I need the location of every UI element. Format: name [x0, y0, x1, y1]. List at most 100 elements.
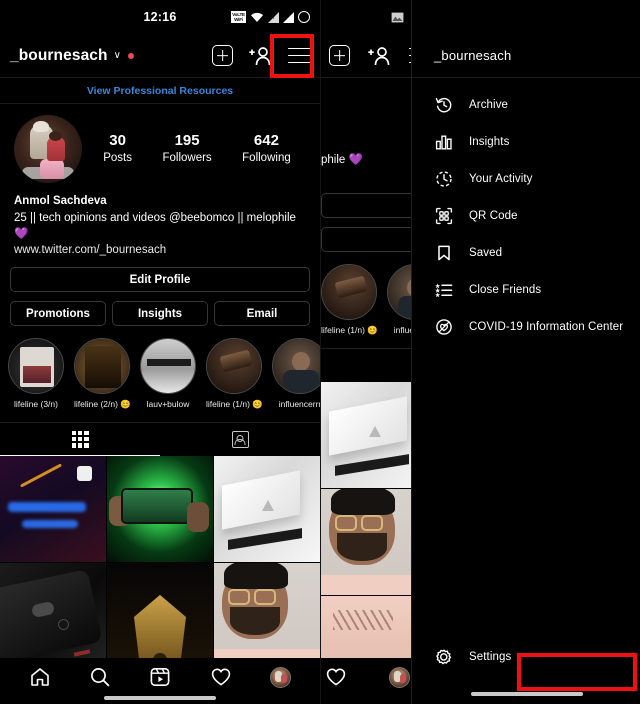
activity-heart-icon[interactable] — [210, 666, 232, 688]
app-bar: _bournesach ∨ — [0, 34, 320, 78]
stat-following[interactable]: 642 Following — [242, 131, 291, 167]
highlight-label: lifeline (1/n) 😊 — [321, 325, 377, 335]
grid-icon — [71, 430, 89, 448]
side-menu-item-label: Your Activity — [469, 172, 533, 185]
profile-tabs — [0, 422, 320, 456]
highlight-cover — [321, 264, 377, 320]
profile-avatar[interactable] — [269, 666, 291, 688]
chevron-down-icon[interactable]: ∨ — [114, 50, 121, 61]
side-menu-item-settings[interactable]: Settings — [412, 640, 640, 674]
profile-avatar[interactable] — [389, 666, 410, 688]
action-buttons-row: Promotions Insights Email — [0, 292, 320, 326]
highlight-item[interactable]: lifeline (1/n) 😊 — [321, 264, 377, 336]
side-menu-footer: Settings — [412, 640, 640, 691]
insights-bar-chart-icon — [434, 132, 453, 151]
stat-posts[interactable]: 30 Posts — [103, 131, 132, 167]
discover-people-icon[interactable] — [368, 46, 391, 66]
highlight-item[interactable]: lifeline (1/n) 😊 — [206, 338, 262, 410]
highlight-label: lifeline (3/n) — [14, 399, 58, 409]
signal-roaming-icon — [268, 11, 279, 23]
stat-followers[interactable]: 195 Followers — [162, 131, 211, 167]
highlight-item[interactable]: lifeline (2/n) 😊 — [74, 338, 130, 410]
unread-dot-icon — [127, 52, 134, 59]
left-phone-panel: 12:16 VoLTEWiFi _bournesach ∨ — [0, 0, 320, 704]
highlight-label: lifeline (2/n) 😊 — [74, 399, 130, 409]
profile-bio: Anmol Sachdeva 25 || tech opinions and v… — [0, 187, 320, 258]
profile-bio-link[interactable]: www.twitter.com/_bournesach — [14, 242, 306, 258]
highlight-label: influencerrr — [278, 399, 320, 409]
profile-username[interactable]: _bournesach — [10, 47, 108, 65]
grid-cell[interactable] — [107, 456, 213, 562]
highlight-item[interactable]: influencerrr — [272, 338, 320, 410]
story-highlights: lifeline (3/n) lifeline (2/n) 😊 lauv+bul… — [0, 326, 320, 410]
highlight-label: lifeline (1/n) 😊 — [206, 399, 262, 409]
close-friends-list-icon — [434, 280, 453, 299]
bottom-navigation — [0, 658, 320, 704]
signal-icon — [283, 11, 294, 23]
screenshot-notification-icon — [391, 12, 404, 23]
side-menu-item-archive[interactable]: Archive — [412, 86, 640, 123]
search-icon[interactable] — [89, 666, 111, 688]
side-menu-item-saved[interactable]: Saved — [412, 234, 640, 271]
reels-icon[interactable] — [149, 666, 171, 688]
right-phone-panel: 12:16 VoLTEWiFi — [320, 0, 640, 704]
menu-icon[interactable] — [288, 47, 310, 64]
profile-summary-row: 30 Posts 195 Followers 642 Following — [0, 104, 320, 187]
side-menu-item-qr-code[interactable]: QR Code — [412, 197, 640, 234]
stat-following-label: Following — [242, 152, 291, 164]
settings-gear-icon — [434, 648, 453, 667]
home-indicator — [470, 692, 583, 696]
side-menu-drawer: _bournesach Archive Insights Your Activi… — [411, 0, 640, 704]
view-professional-resources-link[interactable]: View Professional Resources — [0, 78, 320, 104]
promotions-button[interactable]: Promotions — [10, 301, 106, 326]
wifi-icon — [251, 12, 263, 22]
side-menu-item-close-friends[interactable]: Close Friends — [412, 271, 640, 308]
grid-cell[interactable] — [0, 563, 106, 669]
insights-button[interactable]: Insights — [112, 301, 208, 326]
highlight-label: lauv+bulow — [146, 399, 190, 409]
add-post-icon[interactable] — [329, 45, 350, 66]
battery-icon — [298, 11, 310, 23]
side-menu-item-insights[interactable]: Insights — [412, 123, 640, 160]
stat-followers-label: Followers — [162, 152, 212, 164]
stat-following-value: 642 — [253, 132, 279, 149]
home-indicator — [104, 696, 216, 700]
edit-profile-button[interactable]: Edit Profile — [10, 267, 310, 292]
highlight-item[interactable]: lauv+bulow — [140, 338, 196, 410]
highlight-cover — [8, 338, 64, 394]
tab-tagged[interactable] — [160, 423, 320, 456]
tab-grid[interactable] — [0, 423, 160, 456]
grid-cell[interactable] — [214, 563, 320, 669]
discover-people-icon[interactable] — [249, 46, 272, 66]
saved-bookmark-icon — [434, 243, 453, 262]
grid-cell[interactable] — [214, 456, 320, 562]
side-menu-item-covid-19-information-center[interactable]: COVID-19 Information Center — [412, 308, 640, 345]
email-button[interactable]: Email — [214, 301, 310, 326]
grid-cell[interactable] — [0, 456, 106, 562]
highlight-cover — [140, 338, 196, 394]
side-menu-item-your-activity[interactable]: Your Activity — [412, 160, 640, 197]
qr-code-icon — [434, 206, 453, 225]
edit-profile-row: Edit Profile — [0, 258, 320, 292]
covid-info-icon — [434, 317, 453, 336]
profile-bio-text: 25 || tech opinions and videos @beebomco… — [14, 212, 296, 240]
highlight-item[interactable]: lifeline (3/n) — [8, 338, 64, 410]
side-menu-username: _bournesach — [434, 48, 512, 63]
side-menu-item-label: Close Friends — [469, 283, 542, 296]
your-activity-clock-icon — [434, 169, 453, 188]
home-icon[interactable] — [29, 666, 51, 688]
profile-avatar-large[interactable] — [14, 115, 82, 183]
screenshot-stage: 12:16 VoLTEWiFi _bournesach ∨ — [0, 0, 640, 704]
profile-stats: 30 Posts 195 Followers 642 Following — [82, 131, 306, 167]
side-menu-item-label: QR Code — [469, 209, 518, 222]
side-menu-header: _bournesach — [412, 0, 640, 78]
grid-cell[interactable] — [107, 563, 213, 669]
stat-followers-value: 195 — [174, 132, 200, 149]
stat-posts-label: Posts — [103, 152, 132, 164]
highlight-cover — [206, 338, 262, 394]
side-menu-list: Archive Insights Your Activity QR Code S… — [412, 78, 640, 345]
activity-heart-icon[interactable] — [325, 666, 347, 688]
tagged-person-icon — [231, 431, 249, 448]
highlight-cover — [272, 338, 320, 394]
add-post-icon[interactable] — [212, 45, 233, 66]
